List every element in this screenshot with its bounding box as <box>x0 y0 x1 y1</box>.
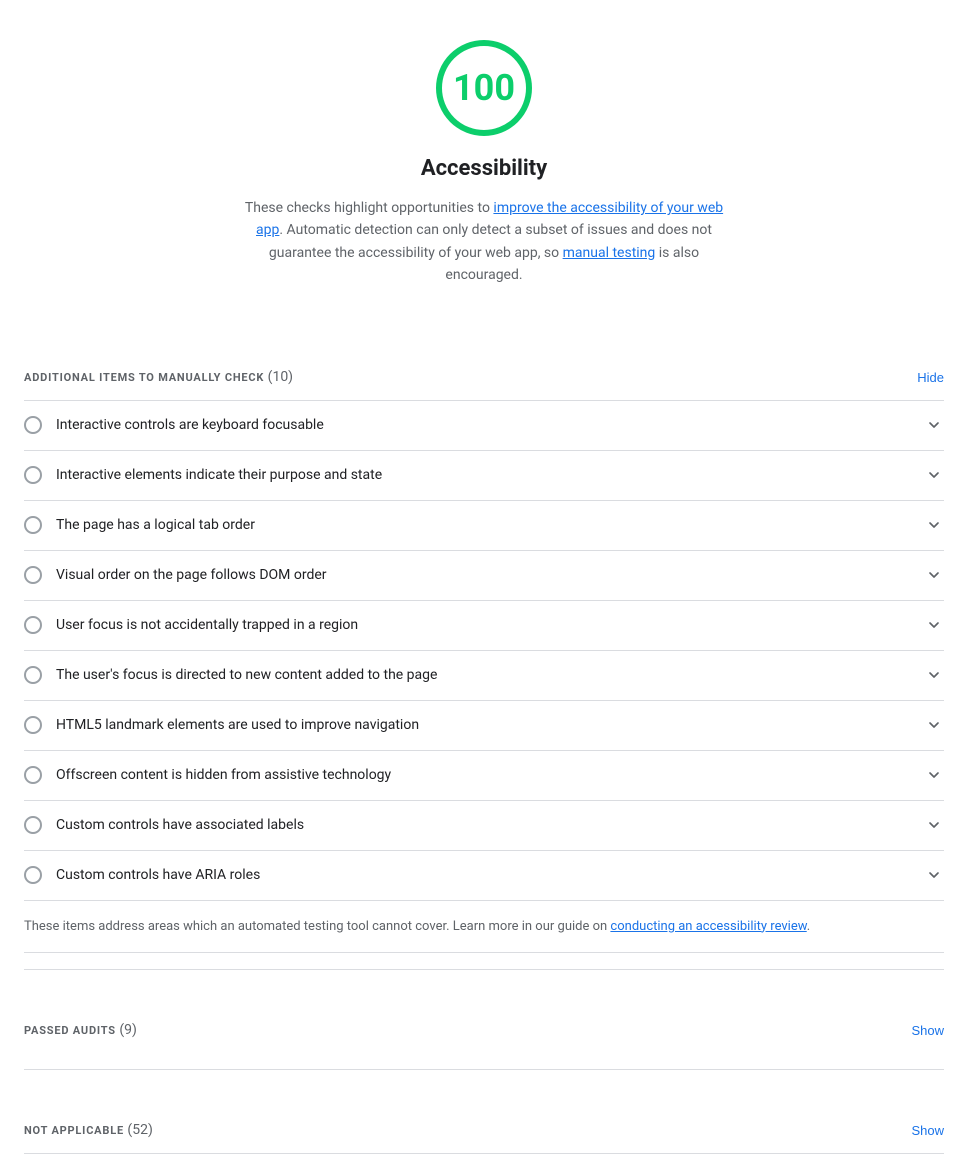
chevron-down-icon <box>924 665 944 685</box>
chevron-down-icon <box>924 765 944 785</box>
manual-check-label-text: ADDITIONAL ITEMS TO MANUALLY CHECK <box>24 371 264 384</box>
score-title: Accessibility <box>421 152 547 185</box>
audit-item-text: Offscreen content is hidden from assisti… <box>56 765 391 786</box>
audit-status-icon <box>24 616 42 634</box>
audit-item[interactable]: User focus is not accidentally trapped i… <box>24 601 944 651</box>
passed-audits-label-container: PASSED AUDITS (9) <box>24 1020 137 1041</box>
passed-audits-count: (9) <box>119 1022 137 1038</box>
audit-item[interactable]: Visual order on the page follows DOM ord… <box>24 551 944 601</box>
manual-testing-link[interactable]: manual testing <box>563 245 656 261</box>
audit-status-icon <box>24 516 42 534</box>
audit-item-text: Custom controls have ARIA roles <box>56 865 260 886</box>
accessibility-review-link[interactable]: conducting an accessibility review <box>610 919 806 934</box>
audit-status-icon <box>24 466 42 484</box>
chevron-down-icon <box>924 565 944 585</box>
not-applicable-header: NOT APPLICABLE (52) Show <box>24 1100 944 1153</box>
chevron-down-icon <box>924 815 944 835</box>
description-text-before: These checks highlight opportunities to <box>245 200 494 216</box>
not-applicable-count: (52) <box>127 1122 152 1138</box>
manual-footer-before: These items address areas which an autom… <box>24 919 610 934</box>
not-applicable-label-container: NOT APPLICABLE (52) <box>24 1120 153 1141</box>
audit-item[interactable]: Interactive elements indicate their purp… <box>24 451 944 501</box>
audit-item-text: Interactive controls are keyboard focusa… <box>56 415 324 436</box>
not-applicable-section: NOT APPLICABLE (52) Show <box>24 1069 944 1154</box>
chevron-down-icon <box>924 615 944 635</box>
audit-item[interactable]: Custom controls have associated labels <box>24 801 944 851</box>
audit-item[interactable]: The page has a logical tab order <box>24 501 944 551</box>
audit-item[interactable]: HTML5 landmark elements are used to impr… <box>24 701 944 751</box>
audit-item-text: Visual order on the page follows DOM ord… <box>56 565 327 586</box>
chevron-down-icon <box>924 465 944 485</box>
manual-footer-after: . <box>807 919 810 934</box>
audit-item[interactable]: Interactive controls are keyboard focusa… <box>24 401 944 451</box>
passed-audits-header: PASSED AUDITS (9) Show <box>24 1000 944 1053</box>
manual-check-toggle[interactable]: Hide <box>917 370 944 385</box>
audit-status-icon <box>24 866 42 884</box>
audit-status-icon <box>24 716 42 734</box>
chevron-down-icon <box>924 715 944 735</box>
audit-status-icon <box>24 816 42 834</box>
passed-audits-label: PASSED AUDITS <box>24 1024 116 1037</box>
manual-check-header: ADDITIONAL ITEMS TO MANUALLY CHECK (10) … <box>24 347 944 400</box>
audit-item-text: The user's focus is directed to new cont… <box>56 665 437 686</box>
chevron-down-icon <box>924 865 944 885</box>
audit-list: Interactive controls are keyboard focusa… <box>24 400 944 901</box>
audit-status-icon <box>24 666 42 684</box>
score-value: 100 <box>453 61 515 115</box>
score-description: These checks highlight opportunities to … <box>234 197 734 287</box>
audit-status-icon <box>24 566 42 584</box>
manual-footer-note: These items address areas which an autom… <box>24 901 944 954</box>
audit-status-icon <box>24 766 42 784</box>
audit-item[interactable]: Custom controls have ARIA roles <box>24 851 944 901</box>
audit-status-icon <box>24 416 42 434</box>
audit-item-text: Custom controls have associated labels <box>56 815 304 836</box>
score-section: 100 Accessibility These checks highlight… <box>24 0 944 317</box>
passed-audits-toggle[interactable]: Show <box>911 1023 944 1038</box>
chevron-down-icon <box>924 415 944 435</box>
chevron-down-icon <box>924 515 944 535</box>
audit-item-text: User focus is not accidentally trapped i… <box>56 615 358 636</box>
audit-item-text: HTML5 landmark elements are used to impr… <box>56 715 419 736</box>
audit-item[interactable]: Offscreen content is hidden from assisti… <box>24 751 944 801</box>
audit-item-text: The page has a logical tab order <box>56 515 255 536</box>
audit-item[interactable]: The user's focus is directed to new cont… <box>24 651 944 701</box>
not-applicable-label: NOT APPLICABLE <box>24 1124 124 1137</box>
audit-item-text: Interactive elements indicate their purp… <box>56 465 382 486</box>
score-circle: 100 <box>436 40 532 136</box>
manual-check-label: ADDITIONAL ITEMS TO MANUALLY CHECK (10) <box>24 367 293 388</box>
not-applicable-toggle[interactable]: Show <box>911 1123 944 1138</box>
manual-check-count: (10) <box>268 369 293 385</box>
passed-audits-section: PASSED AUDITS (9) Show <box>24 969 944 1053</box>
